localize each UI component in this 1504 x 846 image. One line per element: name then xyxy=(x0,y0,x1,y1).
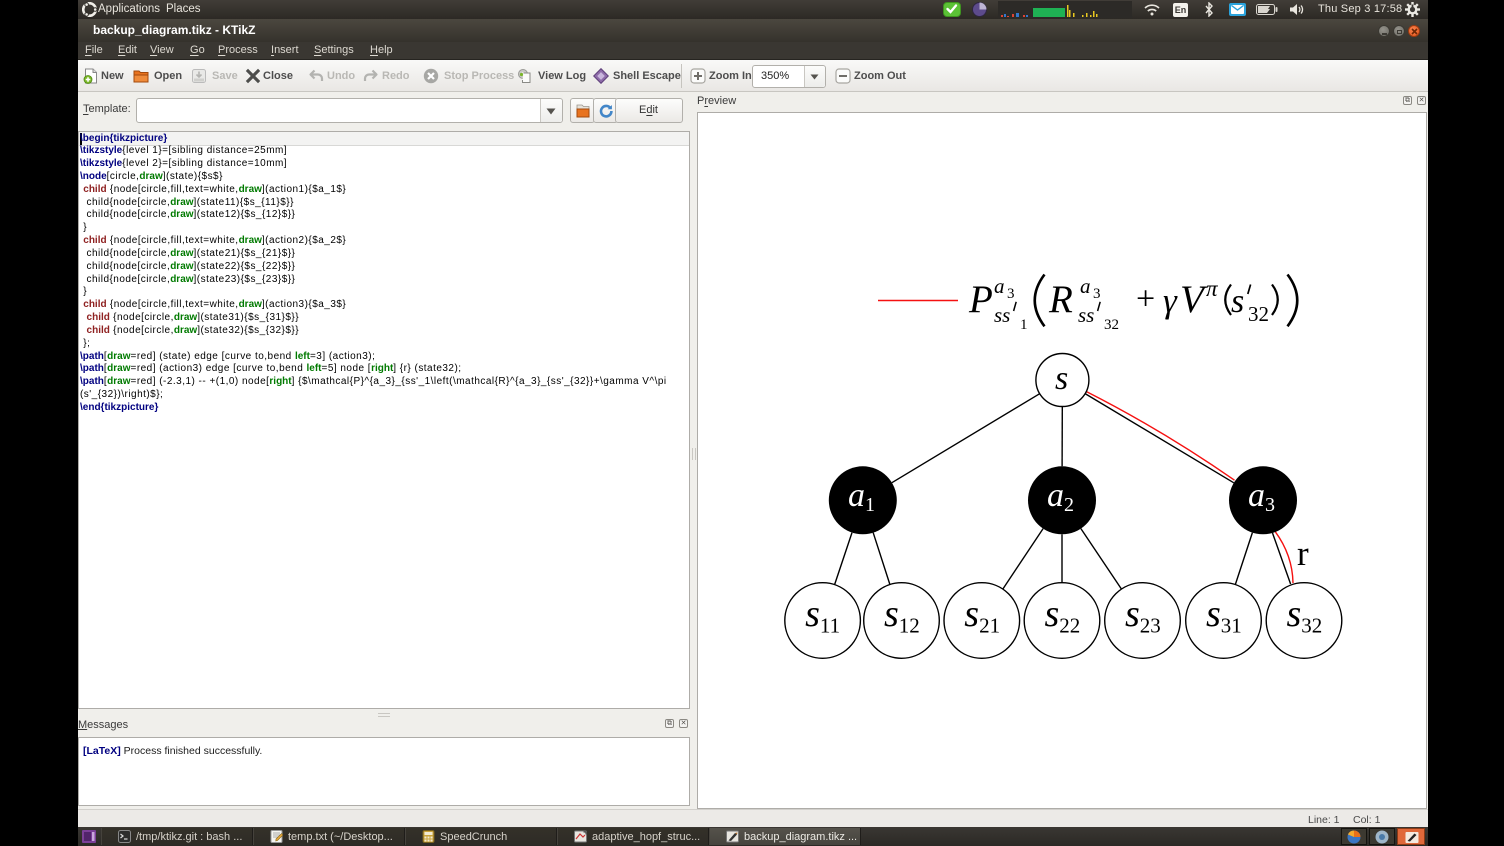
svg-text:3: 3 xyxy=(1093,286,1101,302)
svg-text:P: P xyxy=(968,278,993,321)
svg-text:3: 3 xyxy=(1007,286,1015,302)
svg-text:a: a xyxy=(994,274,1005,298)
svg-text:32: 32 xyxy=(1104,317,1119,333)
svg-text:V: V xyxy=(1180,278,1208,321)
svg-text:ss: ss xyxy=(1078,303,1094,327)
svg-text:R: R xyxy=(1048,278,1073,321)
svg-text:r: r xyxy=(1297,534,1309,573)
svg-text:1: 1 xyxy=(1020,317,1028,333)
svg-text:ss: ss xyxy=(994,303,1010,327)
svg-text:π: π xyxy=(1206,276,1219,301)
svg-text:a: a xyxy=(1080,274,1091,298)
svg-text:s: s xyxy=(1055,360,1068,397)
svg-text:+: + xyxy=(1136,281,1155,318)
svg-text:s: s xyxy=(1231,283,1244,320)
svg-text:γ: γ xyxy=(1163,281,1178,320)
svg-text:32: 32 xyxy=(1248,302,1269,326)
